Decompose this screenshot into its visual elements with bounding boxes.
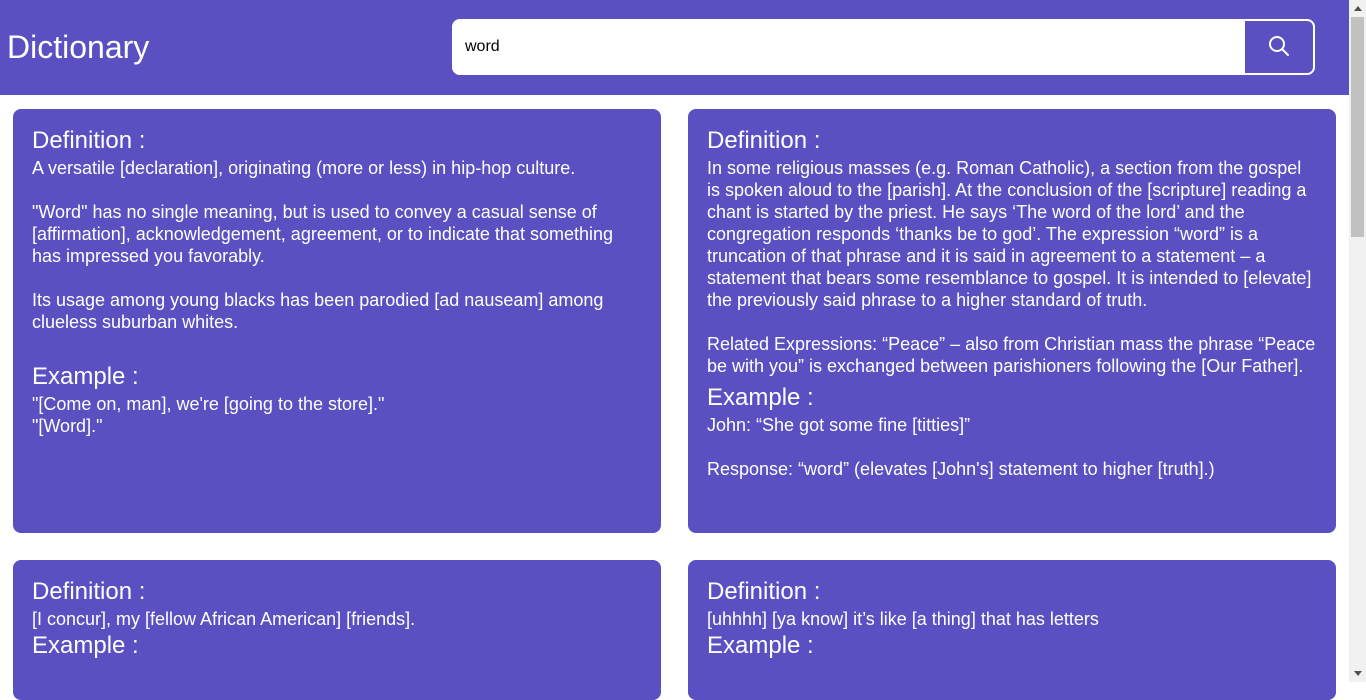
scroll-up-button[interactable]	[1349, 0, 1366, 17]
scroll-down-button[interactable]	[1349, 665, 1366, 682]
definition-heading: Definition :	[707, 127, 821, 154]
definition-card: Definition : In some religious masses (e…	[688, 109, 1336, 533]
search-bar	[452, 19, 1315, 75]
search-input[interactable]	[452, 19, 1242, 75]
example-heading: Example :	[32, 632, 139, 659]
example-heading: Example :	[707, 632, 814, 659]
definition-card: Definition : [uhhhh] [ya know] it’s like…	[688, 560, 1336, 700]
example-heading: Example :	[707, 384, 814, 411]
definition-heading: Definition :	[32, 578, 146, 605]
definition-text: [uhhhh] [ya know] it’s like [a thing] th…	[707, 609, 1099, 629]
example-text: John: “She got some fine [titties]” Resp…	[707, 415, 1215, 479]
vertical-scrollbar[interactable]	[1349, 0, 1366, 682]
definition-heading: Definition :	[32, 127, 146, 154]
example-heading: Example :	[32, 363, 139, 390]
definition-text: A versatile [declaration], originating (…	[32, 158, 613, 332]
app-title: Dictionary	[7, 29, 150, 65]
definition-card: Definition : [I concur], my [fellow Afri…	[13, 560, 661, 700]
definition-text: [I concur], my [fellow African American]…	[32, 609, 416, 629]
app-header: Dictionary	[0, 0, 1349, 95]
search-icon	[1268, 35, 1290, 60]
scrollbar-thumb[interactable]	[1351, 17, 1364, 237]
search-button[interactable]	[1243, 19, 1315, 75]
definition-heading: Definition :	[707, 578, 821, 605]
definition-card: Definition : A versatile [declaration], …	[13, 109, 661, 533]
example-text: "[Come on, man], we're [going to the sto…	[32, 394, 385, 436]
chevron-up-icon	[1353, 6, 1362, 11]
definition-text: In some religious masses (e.g. Roman Cat…	[707, 158, 1316, 376]
chevron-down-icon	[1353, 671, 1362, 676]
